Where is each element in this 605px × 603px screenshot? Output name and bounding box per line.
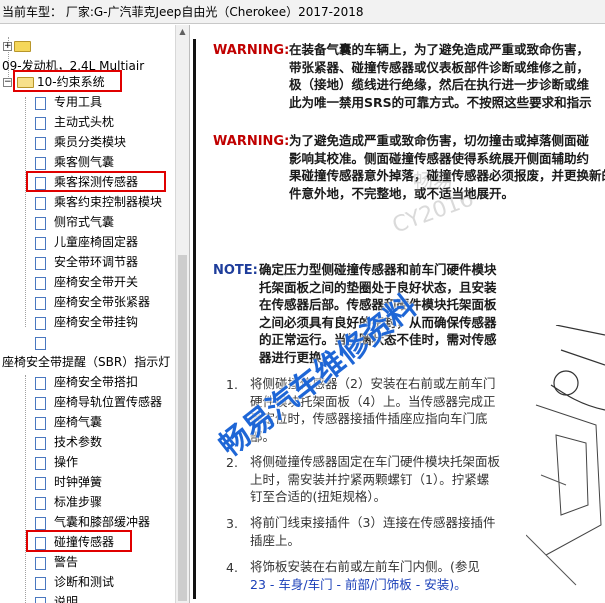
warning-label: WARNING: <box>213 43 290 58</box>
tree-item-sbr-indicator[interactable]: 座椅安全带提醒（SBR）指示灯 <box>2 352 170 372</box>
document-icon <box>35 157 46 170</box>
tree-item-passenger-airbag[interactable]: 乘客侧气囊 <box>54 152 114 172</box>
window-title: 当前车型： 厂家:G-广汽菲克Jeep自由光（Cherokee）2017-201… <box>0 0 605 24</box>
step-text: 将侧碰撞传感器固定在车门硬件模块托架面板 上时，需安装并拧紧两颗螺钉（1）。拧紧… <box>250 453 520 506</box>
tree-item-belt-switch[interactable]: 座椅安全带开关 <box>54 272 138 292</box>
step-number: 1. <box>226 377 238 392</box>
door-sensor-illustration <box>526 325 605 586</box>
tree-item-seat-track-sensor[interactable]: 座椅导轨位置传感器 <box>54 392 162 412</box>
collapse-icon[interactable]: − <box>3 78 12 87</box>
document-icon <box>35 477 46 490</box>
document-icon <box>35 577 46 590</box>
document-icon <box>35 237 46 250</box>
watermark-text: 畅易 <box>413 169 453 193</box>
tree-item-restraint-controller[interactable]: 乘客约束控制器模块 <box>54 192 162 212</box>
warning-line: 带张紧器、碰撞传感器或仪表板部件诊断或维修之前， <box>289 59 590 75</box>
document-icon <box>35 137 46 150</box>
document-icon <box>35 337 46 350</box>
illustration-line <box>526 474 577 586</box>
tree-item-seat-airbag[interactable]: 座椅气囊 <box>54 412 102 432</box>
highlight-box <box>26 530 132 552</box>
tree-guide-line <box>25 97 26 327</box>
tree-item-occupant-classification[interactable]: 乘员分类模块 <box>54 132 126 152</box>
tree-guide-line <box>25 375 26 603</box>
document-icon <box>35 437 46 450</box>
note-label: NOTE: <box>213 263 258 278</box>
tree-item-description[interactable]: 说明 <box>54 592 78 603</box>
illustration-line <box>550 325 605 411</box>
document-icon <box>35 377 46 390</box>
tree-item-belt-hook[interactable]: 座椅安全带挂钩 <box>54 312 138 332</box>
note-line: 确定压力型侧碰撞传感器和前车门硬件模块 <box>259 262 497 277</box>
tree-item-belt-buckle[interactable]: 座椅安全带搭扣 <box>54 372 138 392</box>
tree-scrollbar[interactable]: ▲ <box>175 25 189 603</box>
document-icon <box>35 277 46 290</box>
document-icon <box>35 497 46 510</box>
tree-item-clockspring[interactable]: 时钟弹簧 <box>54 472 102 492</box>
step-number: 3. <box>226 516 238 531</box>
tree-item-diagnosis[interactable]: 诊断和测试 <box>54 572 114 592</box>
warning-line: 在装备气囊的车辆上，为了避免造成严重或致命伤害， <box>289 42 590 57</box>
tree-item-knee-blocker[interactable]: 气囊和膝部缓冲器 <box>54 512 150 532</box>
step-line: 钉至合适的(扭矩规格）。 <box>250 489 387 504</box>
page-border <box>193 39 196 599</box>
tree-item-warnings[interactable]: 警告 <box>54 552 78 572</box>
document-icon <box>35 257 46 270</box>
navigation-tree: + 09-发动机，2.4L Multiair − 10-约束系统 专用工具 主动… <box>0 25 190 603</box>
tree-item-belt-tensioner[interactable]: 座椅安全带张紧器 <box>54 292 150 312</box>
illustration-circle <box>553 370 579 396</box>
highlight-box <box>26 171 166 192</box>
tree-item-active-headrest[interactable]: 主动式头枕 <box>54 112 114 132</box>
cross-reference-link[interactable]: 23 - 车身/车门 - 前部/门饰板 - 安装)。 <box>250 576 520 594</box>
warning-text: 在装备气囊的车辆上，为了避免造成严重或致命伤害， 带张紧器、碰撞传感器或仪表板部… <box>289 41 605 111</box>
illustration-bracket <box>535 404 602 556</box>
tree-item-curtain-airbag[interactable]: 侧帘式气囊 <box>54 212 114 232</box>
highlight-box <box>13 70 122 92</box>
tree-item-specifications[interactable]: 技术参数 <box>54 432 102 452</box>
document-icon <box>35 457 46 470</box>
document-icon <box>35 117 46 130</box>
document-icon <box>35 417 46 430</box>
tree-item-special-tools[interactable]: 专用工具 <box>54 92 102 112</box>
step-line: 将前门线束接插件（3）连接在传感器接插件 <box>250 515 496 530</box>
scrollbar-thumb[interactable] <box>178 255 187 601</box>
step-line: 部。 <box>250 428 276 444</box>
document-icon <box>35 297 46 310</box>
tree-item-child-seat-anchor[interactable]: 儿童座椅固定器 <box>54 232 138 252</box>
expand-icon[interactable]: + <box>3 42 12 51</box>
document-icon <box>35 597 46 603</box>
folder-icon <box>14 41 31 52</box>
step-line: 插座上。 <box>250 532 301 548</box>
warning-line: 极（接地）缆线进行绝缘，然后在执行进一步诊断或维 <box>289 77 590 92</box>
warning-line: 此为唯一禁用SRS的可靠方式。不按照这些要求和指示 <box>289 94 592 110</box>
document-icon <box>35 97 46 110</box>
step-text: 将饰板安装在右前或左前车门内侧。(参见 23 - 车身/车门 - 前部/门饰板 … <box>250 558 520 593</box>
warning-label: WARNING: <box>213 134 290 149</box>
document-icon <box>35 397 46 410</box>
document-icon <box>35 217 46 230</box>
document-icon <box>35 197 46 210</box>
scroll-up-arrow-icon[interactable]: ▲ <box>176 25 189 39</box>
tree-item-belt-adjuster[interactable]: 安全带环调节器 <box>54 252 138 272</box>
tree-item-standard-procedure[interactable]: 标准步骤 <box>54 492 102 512</box>
document-icon <box>35 517 46 530</box>
step-line: 将侧碰撞传感器固定在车门硬件模块托架面板 <box>250 454 501 469</box>
step-line: 将饰板安装在右前或左前车门内侧。(参见 <box>250 559 480 574</box>
tree-item-operation[interactable]: 操作 <box>54 452 78 472</box>
warning-line: 为了避免造成严重或致命伤害，切勿撞击或掉落侧面碰 <box>289 133 590 148</box>
document-icon <box>35 317 46 330</box>
step-number: 4. <box>226 560 238 575</box>
step-text: 将前门线束接插件（3）连接在传感器接插件 插座上。 <box>250 514 520 549</box>
step-line: 上时，需安装并拧紧两颗螺钉（1）。拧紧螺 <box>250 471 490 487</box>
document-icon <box>35 557 46 570</box>
